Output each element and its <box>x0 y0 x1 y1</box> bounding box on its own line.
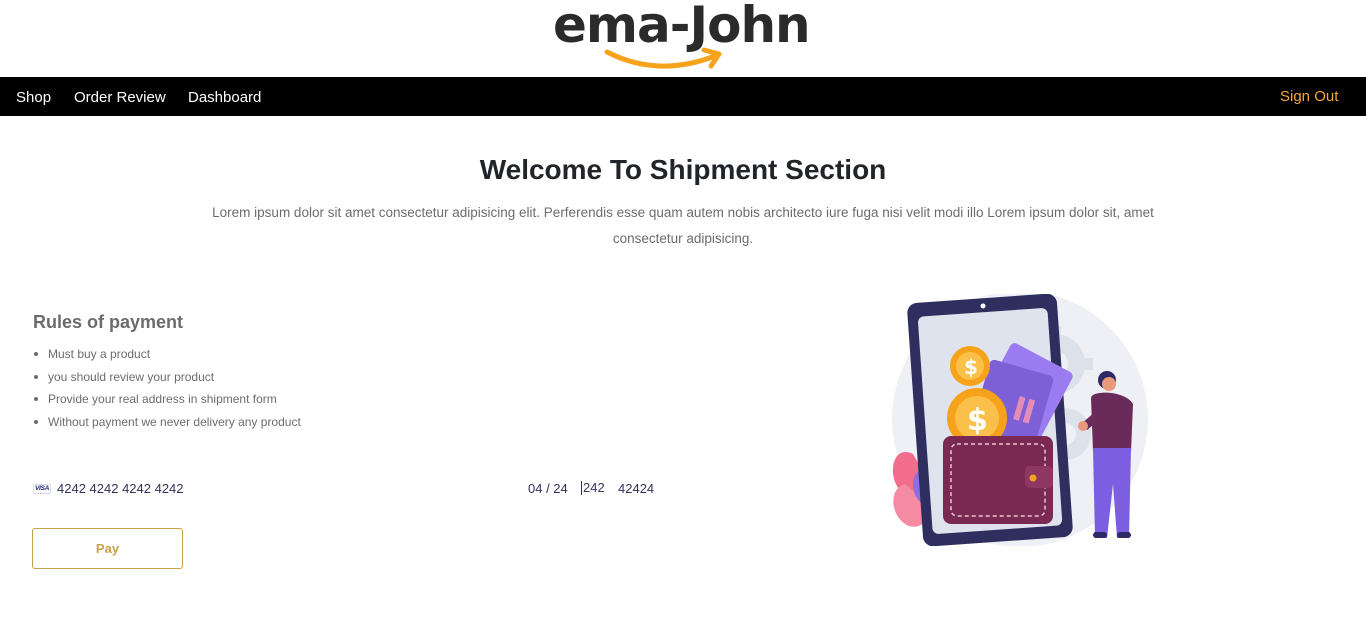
card-element[interactable]: VISA 4242 4242 4242 4242 04 / 24 242 424… <box>33 478 673 500</box>
visa-card-icon: VISA <box>33 484 51 494</box>
rules-list: Must buy a product you should review you… <box>33 343 301 433</box>
rule-item: Without payment we never delivery any pr… <box>33 411 301 434</box>
pay-button[interactable]: Pay <box>32 528 183 569</box>
mobile-payment-illustration: $ $ <box>892 294 1148 546</box>
card-cvc-input[interactable]: 242 <box>581 481 605 495</box>
nav-dashboard-link[interactable]: Dashboard <box>188 89 261 106</box>
main-navbar: Shop Order Review Dashboard Sign Out <box>0 77 1366 116</box>
card-expiry-input[interactable]: 04 / 24 <box>528 481 568 496</box>
nav-shop-link[interactable]: Shop <box>16 89 51 106</box>
svg-text:$: $ <box>967 403 988 438</box>
rule-item: Must buy a product <box>33 343 301 366</box>
card-zip-input[interactable]: 42424 <box>618 481 654 496</box>
rule-item: you should review your product <box>33 366 301 389</box>
rule-item: Provide your real address in shipment fo… <box>33 388 301 411</box>
nav-order-review-link[interactable]: Order Review <box>74 89 166 106</box>
intro-paragraph: Lorem ipsum dolor sit amet consectetur a… <box>212 205 1154 246</box>
visa-brand-text: VISA <box>35 485 49 492</box>
brand-logo[interactable]: ema-John <box>553 0 813 75</box>
card-number-input[interactable]: 4242 4242 4242 4242 <box>57 481 184 496</box>
svg-text:$: $ <box>964 355 978 379</box>
rules-title: Rules of payment <box>33 312 184 332</box>
smile-arrow-icon <box>604 47 722 69</box>
sign-out-link[interactable]: Sign Out <box>1280 88 1338 105</box>
logo-bar: ema-John <box>0 0 1366 77</box>
page-title: Welcome To Shipment Section <box>479 154 887 185</box>
